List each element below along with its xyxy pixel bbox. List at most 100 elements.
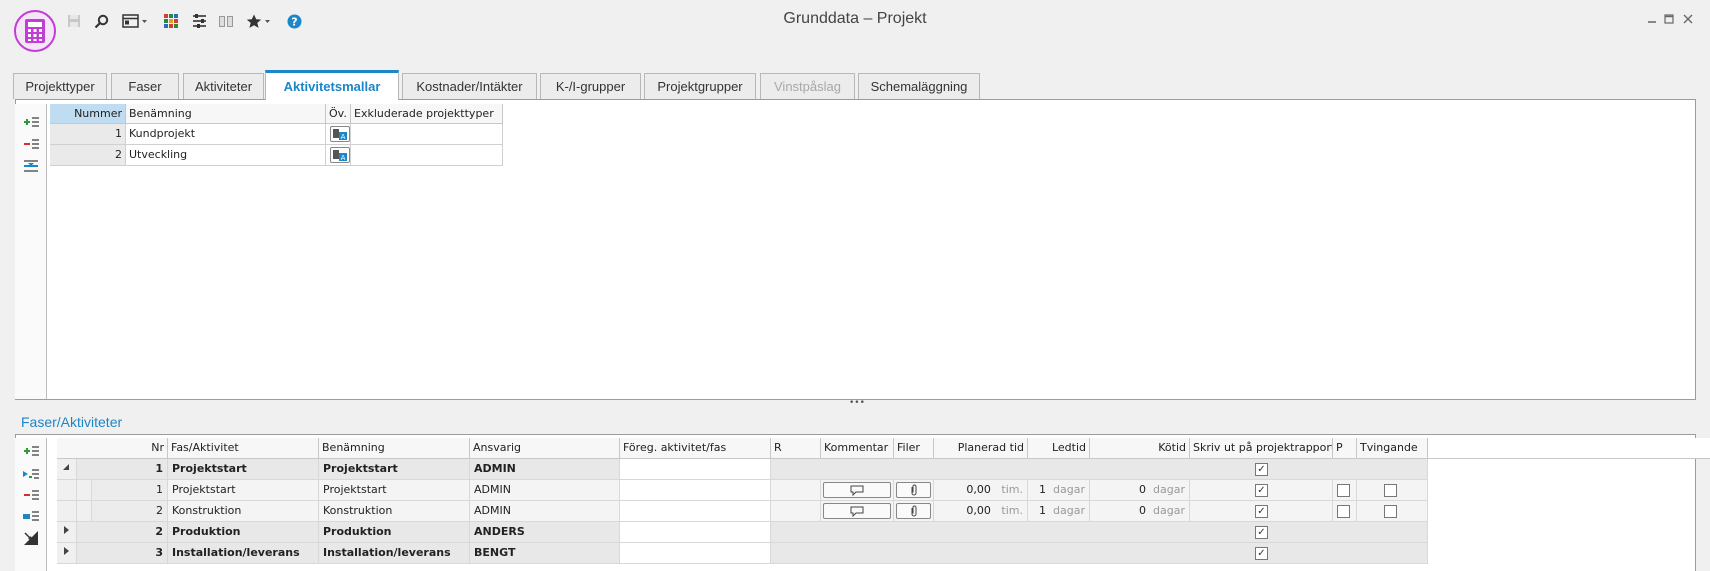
col-header-p[interactable]: P	[1333, 438, 1357, 459]
close-icon[interactable]	[1681, 12, 1695, 26]
activity-row-skriv[interactable]: ✓	[1190, 480, 1333, 501]
view-dropdown-icon[interactable]	[121, 11, 149, 31]
activity-row-planerad[interactable]: 0,00 tim.	[934, 501, 1028, 522]
activity-row-ansvarig[interactable]: ADMIN	[470, 480, 620, 501]
col-header-ov[interactable]: Öv.	[326, 104, 351, 124]
help-icon[interactable]: ?	[285, 11, 303, 31]
add-phase-icon[interactable]	[22, 442, 40, 460]
table-row-ov[interactable]: A	[326, 124, 351, 145]
activity-row-tvingande[interactable]	[1357, 480, 1428, 501]
phase-row-fas[interactable]: Projektstart	[168, 459, 319, 480]
activity-row-ansvarig[interactable]: ADMIN	[470, 501, 620, 522]
panel-splitter[interactable]: •••	[849, 399, 865, 408]
files-button[interactable]	[896, 482, 931, 498]
phase-row-benamning[interactable]: Projektstart	[319, 459, 470, 480]
col-header-nr[interactable]: Nr	[57, 438, 168, 459]
tab-projektgrupper[interactable]: Projektgrupper	[644, 73, 756, 99]
tab-aktivitetsmallar[interactable]: Aktivitetsmallar	[265, 70, 399, 100]
tvingande-checkbox[interactable]	[1384, 484, 1397, 497]
phase-row-fas[interactable]: Installation/leverans	[168, 543, 319, 564]
print-checkbox[interactable]: ✓	[1255, 526, 1268, 539]
add-row-icon[interactable]	[22, 113, 40, 131]
phase-row-ansvarig[interactable]: BENGT	[470, 543, 620, 564]
tab-kostnader-intakter[interactable]: Kostnader/Intäkter	[402, 73, 537, 99]
activity-row-planerad[interactable]: 0,00 tim.	[934, 480, 1028, 501]
phase-row-ansvarig[interactable]: ADMIN	[470, 459, 620, 480]
filter-settings-icon[interactable]	[190, 11, 208, 31]
expand-arrow-icon[interactable]	[61, 546, 71, 556]
phase-row-ansvarig[interactable]: ANDERS	[470, 522, 620, 543]
comment-button[interactable]	[823, 503, 891, 519]
star-dropdown-icon[interactable]	[245, 11, 273, 31]
tab-faser[interactable]: Faser	[111, 73, 179, 99]
edit-translation-icon[interactable]: A	[330, 126, 350, 142]
activity-row-kommentar[interactable]	[821, 480, 894, 501]
expand-toggle[interactable]	[57, 543, 77, 564]
remove-row-icon[interactable]	[22, 135, 40, 153]
activity-row-benamning[interactable]: Konstruktion	[319, 501, 470, 522]
book-icon[interactable]	[217, 11, 235, 31]
activity-row-nr[interactable]: 1	[92, 480, 168, 501]
expand-toggle[interactable]	[57, 459, 77, 480]
table-row-exkluderade[interactable]	[351, 145, 503, 166]
table-row-benamning[interactable]: Kundprojekt	[126, 124, 326, 145]
files-button[interactable]	[896, 503, 931, 519]
collapse-arrow-icon[interactable]	[61, 462, 71, 472]
search-icon[interactable]	[92, 11, 110, 31]
activity-row-r[interactable]	[771, 480, 821, 501]
phase-row-nr[interactable]: 2	[77, 522, 168, 543]
activity-row-filer[interactable]	[894, 480, 934, 501]
activity-row-nr[interactable]: 2	[92, 501, 168, 522]
col-header-benamning[interactable]: Benämning	[126, 104, 326, 124]
phase-row-benamning[interactable]: Produktion	[319, 522, 470, 543]
table-row-nummer[interactable]: 2	[50, 145, 126, 166]
activity-row-kotid[interactable]: 0 dagar	[1090, 501, 1190, 522]
grid-icon[interactable]	[162, 11, 180, 31]
expand-arrow-icon[interactable]	[61, 525, 71, 535]
col-header-kotid[interactable]: Kötid	[1090, 438, 1190, 459]
activity-row-r[interactable]	[771, 501, 821, 522]
phase-row-foreg[interactable]	[620, 522, 771, 543]
col-header-nummer[interactable]: Nummer	[50, 104, 126, 124]
tvingande-checkbox[interactable]	[1384, 505, 1397, 518]
expand-toggle[interactable]	[57, 522, 77, 543]
maximize-icon[interactable]	[1662, 12, 1676, 26]
activity-row-p[interactable]	[1333, 501, 1357, 522]
minimize-icon[interactable]	[1645, 12, 1659, 26]
sort-icon[interactable]	[22, 529, 40, 547]
activity-row-kotid[interactable]: 0 dagar	[1090, 480, 1190, 501]
activity-row-skriv[interactable]: ✓	[1190, 501, 1333, 522]
tab-aktiviteter[interactable]: Aktiviteter	[183, 73, 264, 99]
tab-schemalaggning[interactable]: Schemaläggning	[858, 73, 980, 99]
phase-row-nr[interactable]: 3	[77, 543, 168, 564]
phase-row-foreg[interactable]	[620, 543, 771, 564]
activity-row-fas[interactable]: Projektstart	[168, 480, 319, 501]
print-checkbox[interactable]: ✓	[1255, 547, 1268, 560]
calculator-app-icon[interactable]	[14, 10, 56, 52]
col-header-ledtid[interactable]: Ledtid	[1028, 438, 1090, 459]
table-row-ov[interactable]: A	[326, 145, 351, 166]
tab-ki-grupper[interactable]: K-/I-grupper	[540, 73, 641, 99]
activity-row-tvingande[interactable]	[1357, 501, 1428, 522]
col-header-benamning[interactable]: Benämning	[319, 438, 470, 459]
save-icon[interactable]	[65, 11, 83, 31]
table-row-nummer[interactable]: 1	[50, 124, 126, 145]
col-header-r[interactable]: R	[771, 438, 821, 459]
col-header-ansvarig[interactable]: Ansvarig	[470, 438, 620, 459]
insert-row-icon[interactable]	[22, 157, 40, 175]
edit-translation-icon[interactable]: A	[330, 147, 350, 163]
table-row-exkluderade[interactable]	[351, 124, 503, 145]
remove-phase-icon[interactable]	[22, 486, 40, 504]
print-checkbox[interactable]: ✓	[1255, 463, 1268, 476]
phase-row-fas[interactable]: Produktion	[168, 522, 319, 543]
phase-row-benamning[interactable]: Installation/leverans	[319, 543, 470, 564]
activity-row-ledtid[interactable]: 1 dagar	[1028, 480, 1090, 501]
table-row-benamning[interactable]: Utveckling	[126, 145, 326, 166]
activity-row-fas[interactable]: Konstruktion	[168, 501, 319, 522]
p-checkbox[interactable]	[1337, 505, 1350, 518]
print-checkbox[interactable]: ✓	[1255, 484, 1268, 497]
col-header-skriv-ut[interactable]: Skriv ut på projektrapport	[1190, 438, 1333, 459]
col-header-fas-aktivitet[interactable]: Fas/Aktivitet	[168, 438, 319, 459]
add-activity-icon[interactable]	[22, 465, 40, 483]
activity-row-foreg[interactable]	[620, 501, 771, 522]
